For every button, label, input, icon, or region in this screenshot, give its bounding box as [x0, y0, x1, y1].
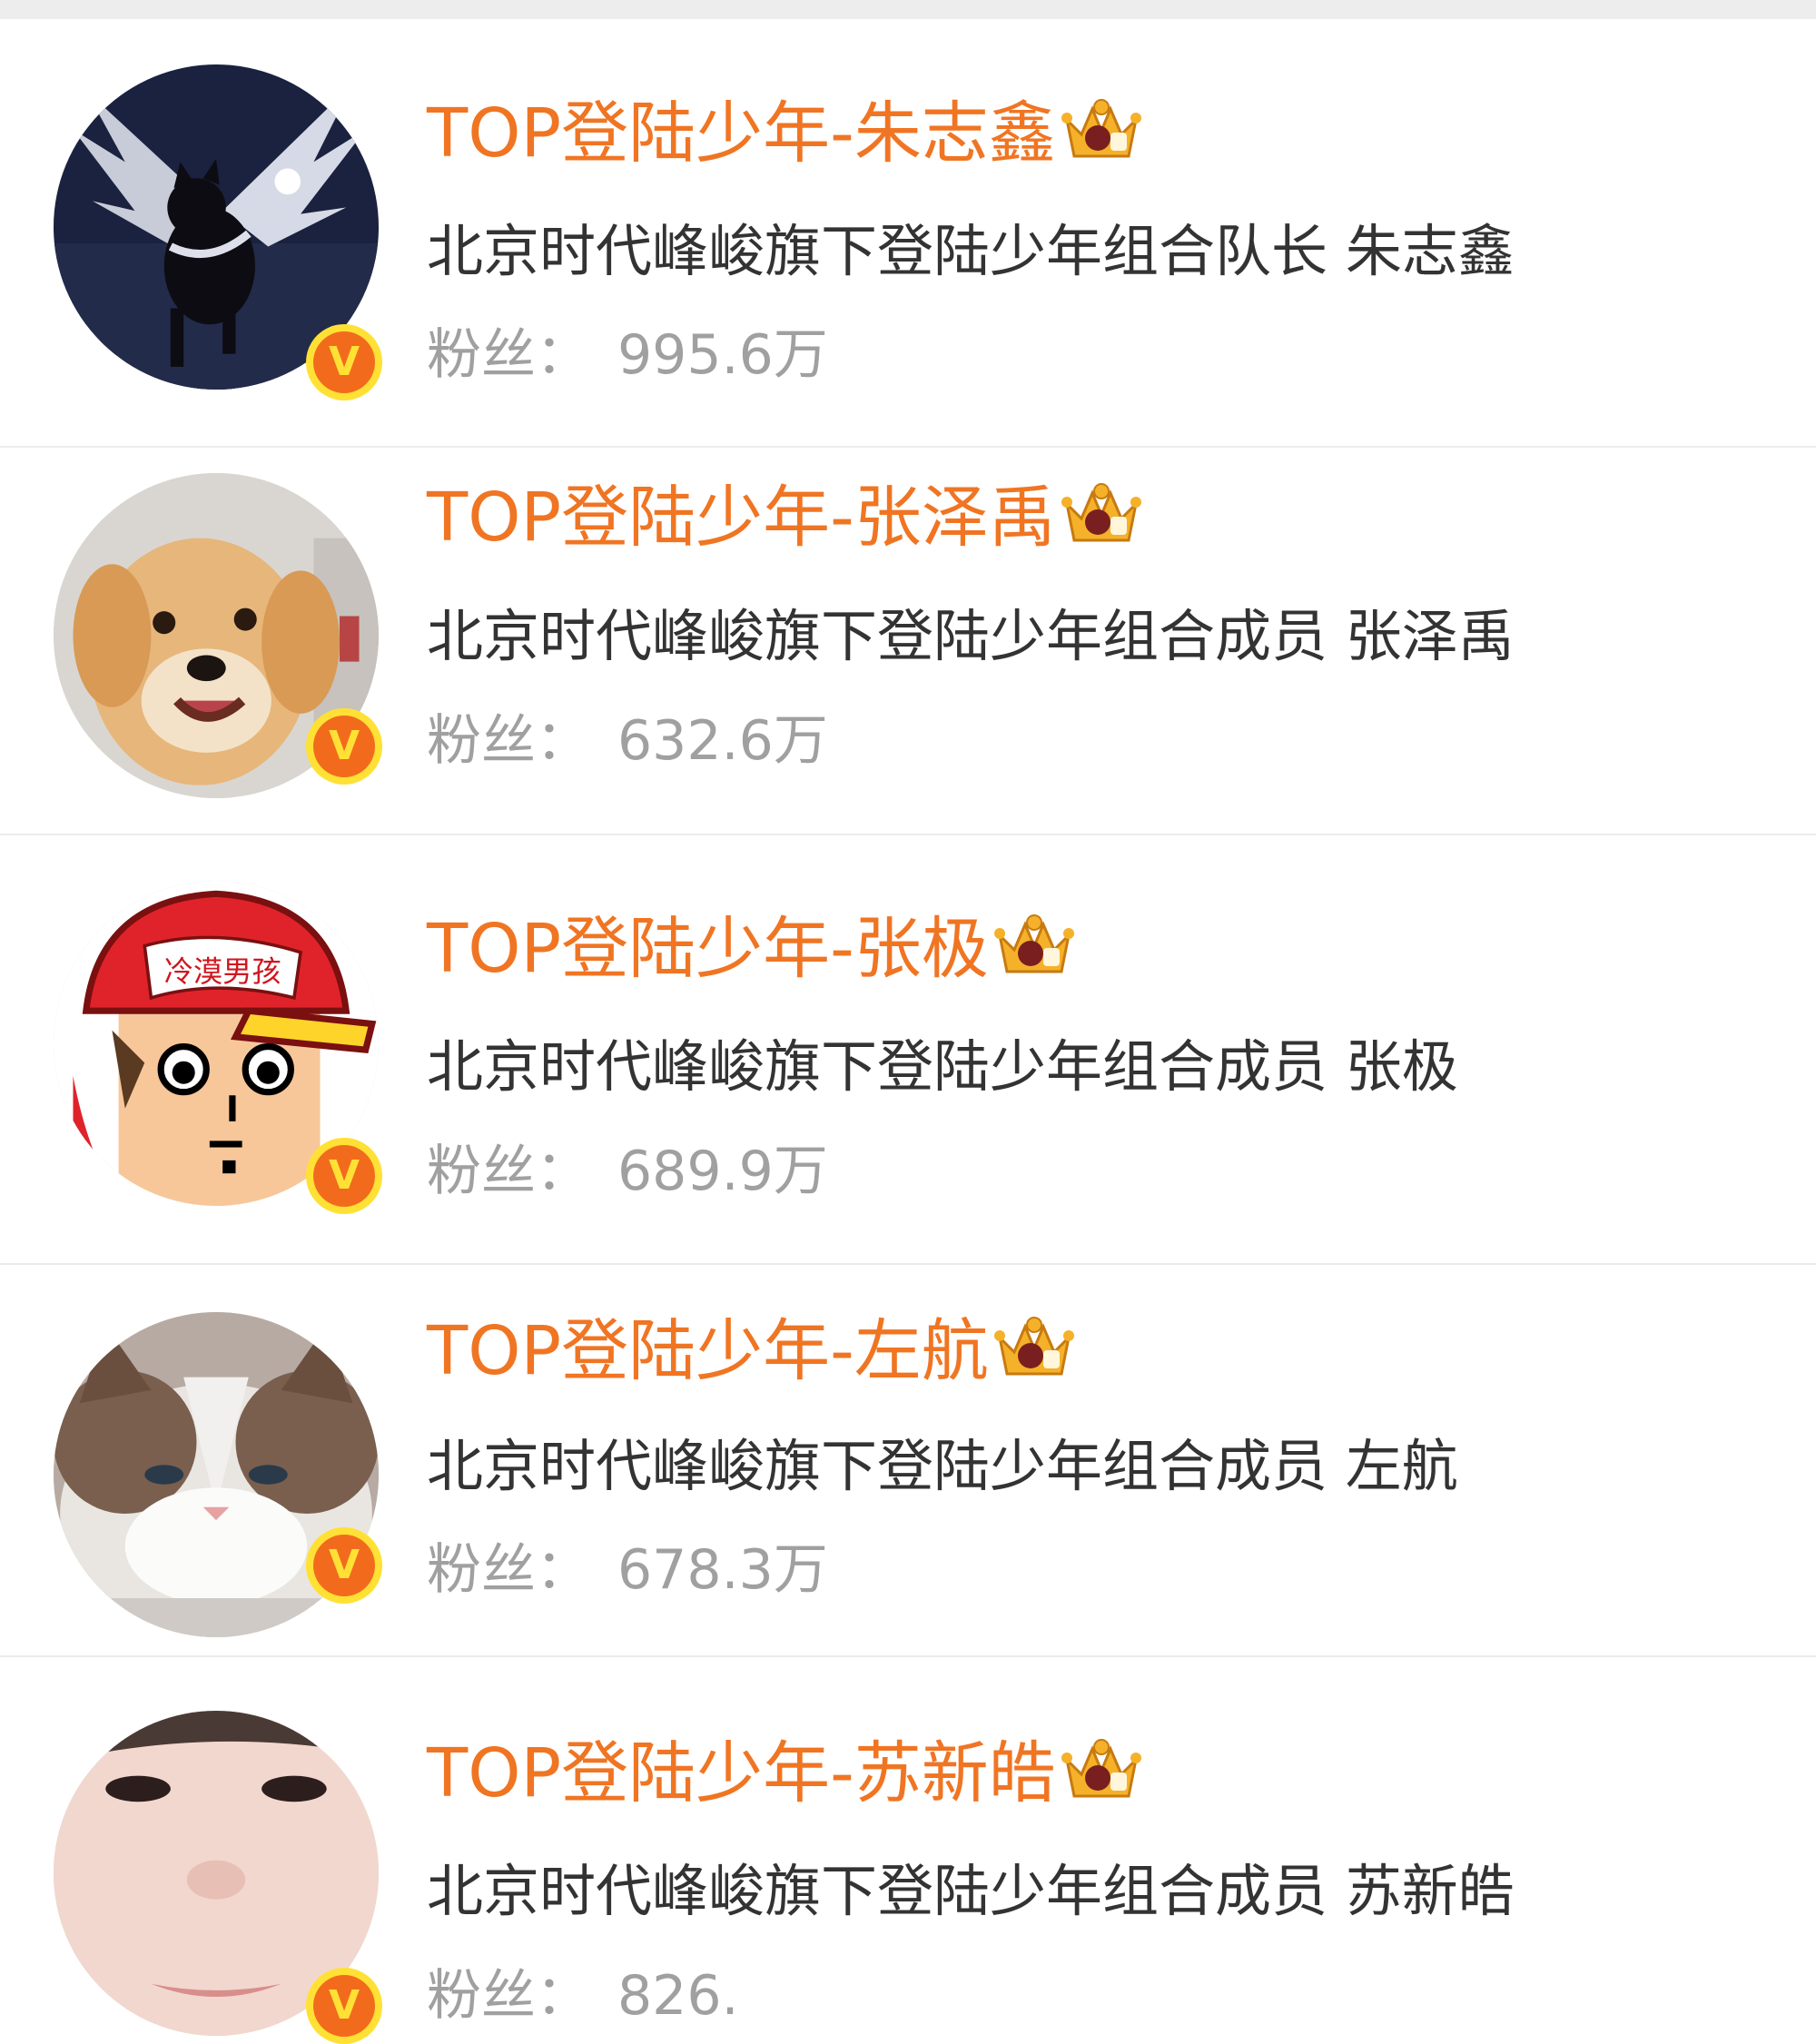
account-name-text[interactable]: TOP登陆少年-张极: [427, 910, 989, 988]
crown-badge-icon: [1061, 1739, 1141, 1798]
account-name-text[interactable]: TOP登陆少年-张泽禹: [427, 479, 1056, 557]
account-name-text[interactable]: TOP登陆少年-左航: [427, 1312, 989, 1390]
cap-text: 冷漠男孩: [164, 954, 281, 989]
account-row[interactable]: V TOP登陆少年-苏新皓 北京时代峰峻旗下登陆少年组合成员 苏新皓 粉丝： 82…: [0, 1657, 1816, 2044]
verified-v-label: V: [313, 1535, 375, 1596]
fans-label: 粉丝：: [427, 1140, 590, 1203]
verified-v-icon: V: [306, 324, 382, 400]
account-name[interactable]: TOP登陆少年-朱志鑫: [427, 93, 1143, 174]
account-description: 北京时代峰峻旗下登陆少年组合成员 左航: [427, 1433, 1458, 1499]
account-name[interactable]: TOP登陆少年-左航: [427, 1310, 1076, 1392]
account-row[interactable]: V TOP登陆少年-朱志鑫 北京时代峰峻旗下登陆少年组合队长 朱志鑫 粉丝： 99…: [0, 19, 1816, 448]
account-description: 北京时代峰峻旗下登陆少年组合成员 张泽禹: [427, 603, 1515, 669]
verified-v-label: V: [313, 1145, 375, 1207]
fans-count: 粉丝： 632.6万: [427, 705, 828, 777]
fans-count: 粉丝： 995.6万: [427, 319, 828, 391]
crown-badge-icon: [1061, 99, 1141, 158]
fans-count: 粉丝： 826.: [427, 1960, 739, 2032]
account-name-text[interactable]: TOP登陆少年-朱志鑫: [427, 94, 1056, 173]
crown-badge-icon: [993, 914, 1074, 973]
account-name[interactable]: TOP登陆少年-苏新皓: [427, 1733, 1143, 1814]
account-name-text[interactable]: TOP登陆少年-苏新皓: [427, 1734, 1056, 1812]
account-description: 北京时代峰峻旗下登陆少年组合队长 朱志鑫: [427, 218, 1515, 284]
fans-label: 粉丝：: [427, 1964, 590, 2028]
crown-badge-icon: [1061, 483, 1141, 542]
fans-count: 粉丝： 678.3万: [427, 1534, 828, 1606]
fans-value: 689.9万: [617, 1140, 828, 1203]
account-description: 北京时代峰峻旗下登陆少年组合成员 张极: [427, 1033, 1458, 1100]
account-row[interactable]: V TOP登陆少年-左航 北京时代峰峻旗下登陆少年组合成员 左航 粉丝： 678.…: [0, 1265, 1816, 1657]
verified-v-label: V: [313, 1975, 375, 2037]
fans-label: 粉丝：: [427, 1538, 590, 1602]
fans-label: 粉丝：: [427, 323, 590, 387]
verified-v-icon: V: [306, 708, 382, 785]
account-row[interactable]: V TOP登陆少年-张泽禹 北京时代峰峻旗下登陆少年组合成员 张泽禹 粉丝： 63…: [0, 448, 1816, 835]
fans-value: 995.6万: [617, 323, 828, 387]
account-name[interactable]: TOP登陆少年-张泽禹: [427, 477, 1143, 558]
account-name[interactable]: TOP登陆少年-张极: [427, 908, 1076, 990]
verified-v-icon: V: [306, 1527, 382, 1604]
fans-count: 粉丝： 689.9万: [427, 1135, 828, 1208]
account-list: V TOP登陆少年-朱志鑫 北京时代峰峻旗下登陆少年组合队长 朱志鑫 粉丝： 99…: [0, 19, 1816, 2044]
verified-v-label: V: [313, 716, 375, 777]
verified-v-label: V: [313, 331, 375, 393]
top-status-bar: [0, 0, 1816, 19]
fans-value: 826.: [617, 1964, 739, 2028]
verified-v-icon: V: [306, 1138, 382, 1214]
account-row[interactable]: 冷漠男孩 V TOP登陆少年-张极 北京时代峰峻旗下登陆少年组合成员 张极 粉丝…: [0, 835, 1816, 1265]
account-description: 北京时代峰峻旗下登陆少年组合成员 苏新皓: [427, 1858, 1515, 1924]
verified-v-icon: V: [306, 1968, 382, 2044]
fans-label: 粉丝：: [427, 709, 590, 773]
fans-value: 632.6万: [617, 709, 828, 773]
crown-badge-icon: [993, 1317, 1074, 1376]
fans-value: 678.3万: [617, 1538, 828, 1602]
